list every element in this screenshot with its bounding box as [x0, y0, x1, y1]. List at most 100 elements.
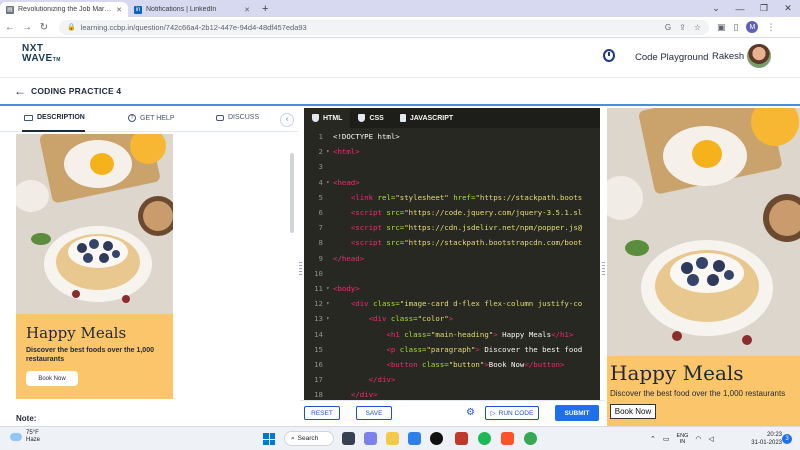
- brave-icon[interactable]: [501, 432, 514, 445]
- submit-button[interactable]: SUBMIT: [555, 405, 599, 421]
- notification-badge[interactable]: 3: [782, 434, 792, 444]
- run-code-button[interactable]: ▷ RUN CODE: [485, 406, 539, 420]
- code-text: <button class="button">Book Now</button>: [386, 359, 565, 369]
- code-line[interactable]: 9 </head>: [304, 251, 600, 266]
- settings-gear-icon[interactable]: ⚙: [466, 407, 475, 418]
- new-tab-button[interactable]: +: [262, 2, 268, 17]
- code-line[interactable]: 4 ▾ <head>: [304, 175, 600, 190]
- code-text-area[interactable]: 1 <!DOCTYPE html> 2 ▾ <html> 3 4 ▾ <head> 5 <link…: [304, 129, 600, 400]
- browser-tab-job-market[interactable]: ▤ Revolutionizing the Job Market | ✕: [0, 2, 128, 17]
- code-line[interactable]: 11 ▾ <body>: [304, 281, 600, 296]
- user-avatar[interactable]: [747, 44, 771, 68]
- code-line[interactable]: 1 <!DOCTYPE html>: [304, 129, 600, 144]
- code-line[interactable]: 14 <h1 class="main-heading"> Happy Meals…: [304, 326, 600, 341]
- html5-icon: [312, 114, 319, 122]
- help-icon: ?: [128, 114, 136, 122]
- tab-get-help[interactable]: ? GET HELP: [128, 114, 175, 122]
- code-line[interactable]: 5 <link rel="stylesheet" href="https://s…: [304, 190, 600, 205]
- fold-arrow-icon[interactable]: ▾: [326, 179, 333, 186]
- taskbar-clock[interactable]: 20:23 31-01-2023: [742, 431, 782, 447]
- tab-description[interactable]: DESCRIPTION: [24, 114, 85, 121]
- line-number: 5: [318, 192, 323, 202]
- task-view-icon[interactable]: [342, 432, 355, 445]
- share-icon[interactable]: ⇪: [679, 23, 686, 32]
- close-tab-icon[interactable]: ✕: [244, 6, 250, 14]
- lock-icon[interactable]: 🔒: [67, 23, 76, 31]
- line-number: 17: [314, 375, 323, 385]
- tab-discuss[interactable]: DISCUSS: [216, 114, 259, 121]
- file-explorer-icon[interactable]: [386, 432, 399, 445]
- google-lens-icon[interactable]: G: [665, 23, 671, 32]
- chrome-icon[interactable]: [524, 432, 537, 445]
- description-scrollbar[interactable]: [290, 153, 294, 233]
- code-line[interactable]: 3: [304, 159, 600, 174]
- username[interactable]: Rakesh: [712, 51, 744, 62]
- collapse-panel-button[interactable]: ‹: [280, 113, 294, 127]
- code-line[interactable]: 18 </div>: [304, 387, 600, 400]
- browser-tab-linkedin[interactable]: in Notifications | LinkedIn ✕: [128, 2, 256, 17]
- maximize-icon[interactable]: ❐: [752, 3, 776, 14]
- code-line[interactable]: 16 <button class="button">Book Now</butt…: [304, 357, 600, 372]
- left-resize-handle[interactable]: [299, 262, 302, 276]
- code-line[interactable]: 17 </div>: [304, 372, 600, 387]
- page-header: ← CODING PRACTICE 4: [0, 78, 800, 106]
- taskbar-search[interactable]: ⌕ Search: [284, 431, 334, 446]
- dell-icon[interactable]: [430, 432, 443, 445]
- close-tab-icon[interactable]: ✕: [116, 6, 122, 14]
- code-text: <div class="color">: [368, 314, 454, 324]
- teams-chat-icon[interactable]: [364, 432, 377, 445]
- browser-tab-title: Revolutionizing the Job Market |: [18, 6, 114, 13]
- fold-arrow-icon[interactable]: ▾: [326, 300, 333, 307]
- volume-icon[interactable]: ◁: [709, 435, 714, 443]
- tab-javascript[interactable]: JAVASCRIPT: [392, 108, 461, 128]
- code-line[interactable]: 10: [304, 266, 600, 281]
- weather-widget[interactable]: 75°F Haze: [10, 430, 40, 444]
- right-resize-handle[interactable]: [602, 262, 605, 276]
- save-button[interactable]: SAVE: [356, 406, 392, 420]
- wifi-icon[interactable]: ◠: [695, 435, 701, 443]
- code-line[interactable]: 15 <p class="paragraph"> Discover the be…: [304, 342, 600, 357]
- line-number: 18: [314, 390, 323, 400]
- code-line[interactable]: 13 ▾ <div class="color">: [304, 311, 600, 326]
- forward-icon[interactable]: →: [20, 22, 34, 33]
- show-hidden-icons-chevron-icon[interactable]: ⌃: [650, 435, 656, 443]
- tab-search-icon[interactable]: ⌄: [704, 3, 728, 14]
- search-icon: ⌕: [291, 434, 295, 442]
- microsoft-store-icon[interactable]: [408, 432, 421, 445]
- stopwatch-icon[interactable]: [603, 49, 615, 62]
- browser-menu-icon[interactable]: ⋮: [766, 22, 775, 33]
- mcafee-icon[interactable]: [455, 432, 468, 445]
- fold-arrow-icon[interactable]: ▾: [326, 148, 333, 155]
- profile-avatar[interactable]: M: [746, 21, 759, 33]
- extensions-icon[interactable]: ▣: [717, 22, 726, 33]
- line-number: 9: [318, 253, 323, 263]
- output-book-now-button[interactable]: Book Now: [610, 404, 656, 419]
- fold-arrow-icon[interactable]: ▾: [326, 315, 333, 322]
- tab-html[interactable]: HTML: [304, 108, 351, 128]
- back-arrow-icon[interactable]: ←: [14, 84, 26, 98]
- side-panel-icon[interactable]: ▯: [734, 22, 739, 33]
- windows-start-icon[interactable]: [263, 433, 275, 445]
- spotify-icon[interactable]: [478, 432, 491, 445]
- address-bar[interactable]: 🔒 learning.ccbp.in/question/742c66a4-2b1…: [59, 19, 709, 35]
- code-playground-link[interactable]: Code Playground: [635, 52, 708, 63]
- language-indicator[interactable]: ENG IN: [677, 433, 689, 445]
- code-line[interactable]: 7 <script src="https://cdn.jsdelivr.net/…: [304, 220, 600, 235]
- nxtwave-logo[interactable]: NXT WAVETM: [22, 44, 61, 65]
- code-line[interactable]: 6 <script src="https://code.jquery.com/j…: [304, 205, 600, 220]
- tab-css[interactable]: CSS: [350, 108, 391, 128]
- note-label: Note:: [16, 414, 37, 423]
- code-line[interactable]: 2 ▾ <html>: [304, 144, 600, 159]
- reset-button[interactable]: RESET: [304, 406, 340, 420]
- reload-icon[interactable]: ↻: [37, 22, 51, 33]
- back-icon[interactable]: ←: [3, 22, 17, 33]
- code-line[interactable]: 8 <script src="https://stackpath.bootstr…: [304, 235, 600, 250]
- fold-arrow-icon[interactable]: ▾: [326, 285, 333, 292]
- minimize-icon[interactable]: —: [728, 4, 752, 14]
- battery-icon[interactable]: ▭: [663, 435, 670, 443]
- code-text: <script src="https://cdn.jsdelivr.net/np…: [350, 223, 583, 233]
- preview-book-now-button[interactable]: Book Now: [26, 371, 78, 386]
- code-line[interactable]: 12 ▾ <div class="image-card d-flex flex-c…: [304, 296, 600, 311]
- bookmark-star-icon[interactable]: ☆: [694, 23, 701, 32]
- close-window-icon[interactable]: ✕: [776, 3, 800, 14]
